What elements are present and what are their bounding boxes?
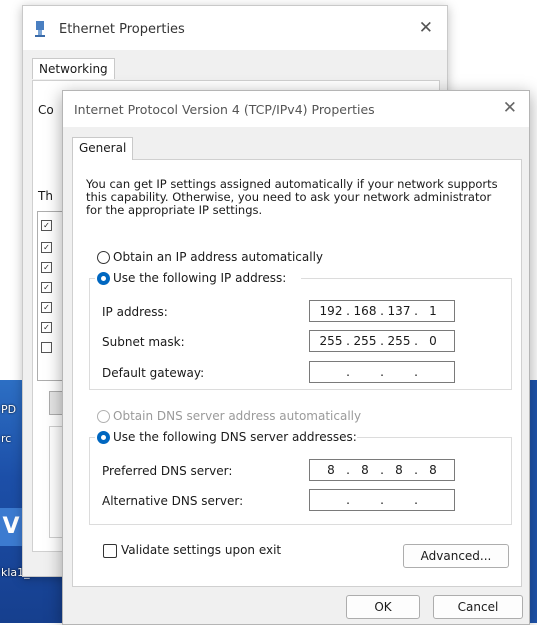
ok-button[interactable]: OK bbox=[346, 595, 420, 619]
ipv4-properties-dialog: Internet Protocol Version 4 (TCP/IPv4) P… bbox=[62, 90, 530, 625]
alternative-dns-label: Alternative DNS server: bbox=[102, 494, 244, 508]
default-gateway-label: Default gateway: bbox=[102, 366, 205, 380]
component-checkbox[interactable] bbox=[41, 342, 52, 353]
subnet-mask-label: Subnet mask: bbox=[102, 335, 185, 349]
tab-general[interactable]: General bbox=[72, 137, 134, 160]
obtain-ip-auto-radio[interactable] bbox=[97, 251, 110, 264]
octet-separator: . bbox=[414, 493, 418, 507]
window-title: Ethernet Properties bbox=[59, 22, 185, 37]
octet-separator: . bbox=[414, 365, 418, 379]
components-label: Th bbox=[38, 189, 53, 203]
component-checkbox[interactable]: ✓ bbox=[41, 220, 52, 231]
octet-separator: . bbox=[346, 365, 350, 379]
ip-address-field[interactable]: 192. 168. 137. 1 bbox=[309, 300, 455, 322]
octet-separator: . bbox=[346, 304, 350, 318]
use-following-dns-radio[interactable] bbox=[97, 431, 110, 444]
component-checkbox[interactable]: ✓ bbox=[41, 302, 52, 313]
validate-settings-checkbox[interactable] bbox=[103, 544, 117, 558]
preferred-dns-field[interactable]: 8. 8. 8. 8 bbox=[309, 459, 455, 481]
component-checkbox[interactable]: ✓ bbox=[41, 242, 52, 253]
desktop-icon-label[interactable]: PD bbox=[1, 403, 16, 416]
component-checkbox[interactable]: ✓ bbox=[41, 322, 52, 333]
octet-separator: . bbox=[414, 304, 418, 318]
octet-separator: . bbox=[346, 493, 350, 507]
validate-settings-label[interactable]: Validate settings upon exit bbox=[121, 543, 281, 557]
ip-octet[interactable]: 255 bbox=[318, 334, 344, 348]
ip-octet[interactable]: 8 bbox=[318, 463, 344, 477]
cancel-button[interactable]: Cancel bbox=[433, 595, 523, 619]
octet-separator: . bbox=[380, 304, 384, 318]
ip-octet[interactable]: 8 bbox=[386, 463, 412, 477]
dialog-title: Internet Protocol Version 4 (TCP/IPv4) P… bbox=[74, 102, 375, 117]
ip-octet[interactable]: 137 bbox=[386, 304, 412, 318]
obtain-dns-auto-radio[interactable] bbox=[97, 410, 110, 423]
subnet-mask-field[interactable]: 255. 255. 255. 0 bbox=[309, 330, 455, 352]
octet-separator: . bbox=[414, 463, 418, 477]
desktop-icon-label[interactable]: rc bbox=[1, 432, 11, 445]
ip-octet[interactable]: 255 bbox=[352, 334, 378, 348]
preferred-dns-label: Preferred DNS server: bbox=[102, 464, 233, 478]
dns-settings-group bbox=[89, 437, 512, 525]
tab-networking[interactable]: Networking bbox=[32, 58, 115, 79]
ip-octet[interactable]: 8 bbox=[352, 463, 378, 477]
ip-octet[interactable]: 168 bbox=[352, 304, 378, 318]
ip-octet[interactable]: 192 bbox=[318, 304, 344, 318]
octet-separator: . bbox=[346, 334, 350, 348]
ip-octet[interactable]: 255 bbox=[386, 334, 412, 348]
octet-separator: . bbox=[380, 463, 384, 477]
close-icon[interactable]: ✕ bbox=[419, 18, 433, 38]
default-gateway-field[interactable]: . . . bbox=[309, 361, 455, 383]
obtain-ip-auto-label[interactable]: Obtain an IP address automatically bbox=[113, 250, 323, 264]
description-text: You can get IP settings assigned automat… bbox=[86, 177, 498, 217]
octet-separator: . bbox=[380, 493, 384, 507]
ip-octet[interactable]: 8 bbox=[420, 463, 446, 477]
connect-using-label: Co bbox=[38, 103, 54, 117]
title-bar[interactable]: Internet Protocol Version 4 (TCP/IPv4) P… bbox=[63, 91, 529, 127]
component-checkbox[interactable]: ✓ bbox=[41, 262, 52, 273]
ip-address-label: IP address: bbox=[102, 305, 168, 319]
ip-octet[interactable]: 0 bbox=[420, 334, 446, 348]
obtain-dns-auto-label[interactable]: Obtain DNS server address automatically bbox=[113, 409, 361, 423]
octet-separator: . bbox=[380, 365, 384, 379]
desktop-app-icon[interactable]: V bbox=[0, 508, 22, 546]
general-panel: You can get IP settings assigned automat… bbox=[72, 159, 522, 587]
component-checkbox[interactable]: ✓ bbox=[41, 282, 52, 293]
title-bar[interactable]: Ethernet Properties ✕ bbox=[23, 6, 447, 50]
advanced-button[interactable]: Advanced... bbox=[403, 544, 509, 568]
use-following-ip-label[interactable]: Use the following IP address: bbox=[113, 271, 286, 285]
network-adapter-icon bbox=[35, 21, 45, 37]
ip-octet[interactable]: 1 bbox=[420, 304, 446, 318]
use-following-dns-label[interactable]: Use the following DNS server addresses: bbox=[113, 430, 357, 444]
alternative-dns-field[interactable]: . . . bbox=[309, 489, 455, 511]
octet-separator: . bbox=[414, 334, 418, 348]
octet-separator: . bbox=[380, 334, 384, 348]
close-icon[interactable]: ✕ bbox=[503, 98, 517, 118]
octet-separator: . bbox=[346, 463, 350, 477]
use-following-ip-radio[interactable] bbox=[97, 272, 110, 285]
